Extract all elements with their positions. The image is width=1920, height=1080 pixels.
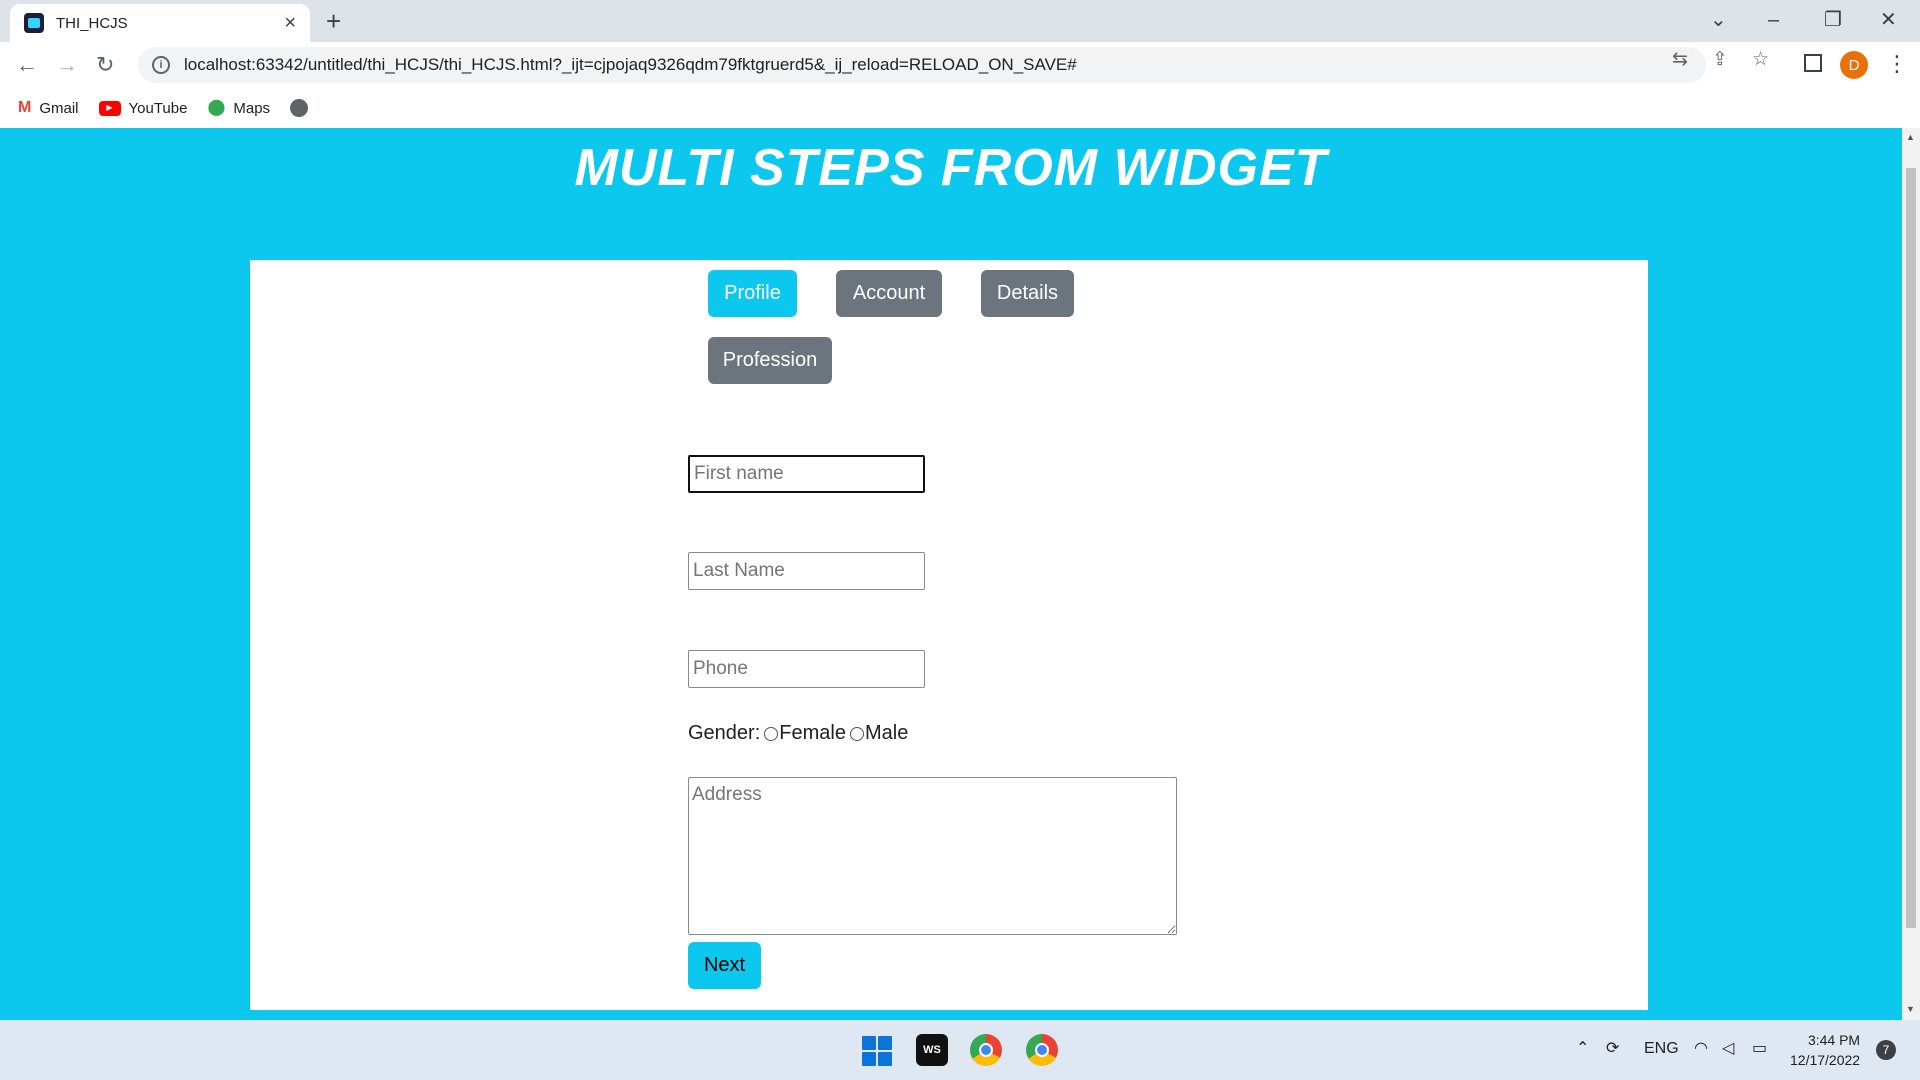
wifi-icon[interactable]: ◠ [1694,1039,1708,1059]
back-icon[interactable]: ← [16,51,38,79]
battery-icon[interactable]: ▭ [1752,1039,1767,1059]
browser-tab[interactable]: THI_HCJS × [10,4,310,42]
notification-badge[interactable]: 7 [1876,1040,1896,1060]
first-name-input[interactable] [688,455,925,493]
chrome-menu-icon[interactable]: ⋮ [1886,50,1908,78]
share-icon[interactable]: ⇪ [1712,50,1728,70]
reload-icon[interactable]: ↻ [96,51,114,79]
bookmark-maps[interactable]: ⬤ Maps [207,99,270,117]
next-button[interactable]: Next [688,942,761,989]
volume-icon[interactable]: ◁ [1722,1039,1734,1059]
close-window-icon[interactable]: ✕ [1880,6,1897,34]
scroll-up-icon[interactable]: ▲ [1906,132,1915,142]
male-radio[interactable] [849,726,864,741]
tab-title: THI_HCJS [56,14,128,32]
step-details-button[interactable]: Details [981,270,1074,317]
forward-icon[interactable]: → [56,51,78,79]
bookmark-star-icon[interactable]: ☆ [1752,50,1769,70]
phone-input[interactable] [688,650,925,688]
gender-label: Gender: [688,722,761,744]
bookmark-label: Gmail [39,99,79,117]
tab-search-icon[interactable]: ⌄ [1710,6,1727,34]
webstorm-icon[interactable]: WS [916,1034,948,1066]
tab-strip: THI_HCJS × + ⌄ – ❐ ✕ [0,0,1920,42]
bookmark-globe[interactable] [290,99,309,117]
female-radio[interactable] [764,726,779,741]
clock[interactable]: 3:44 PM 12/17/2022 [1790,1030,1860,1070]
gender-row: Gender: Female Male [688,722,908,745]
globe-icon [290,99,309,117]
new-tab-icon[interactable]: + [326,6,341,36]
url-text: localhost:63342/untitled/thi_HCJS/thi_HC… [184,55,1077,74]
language-indicator[interactable]: ENG [1644,1039,1679,1059]
chrome-icon[interactable] [970,1034,1002,1066]
tab-close-icon[interactable]: × [284,13,296,33]
step-profile-button[interactable]: Profile [708,270,797,317]
address-textarea[interactable] [688,777,1177,935]
clock-time: 3:44 PM [1807,1032,1861,1048]
page-scrollbar[interactable]: ▲ ▼ [1902,128,1920,1020]
sync-icon[interactable]: ⟳ [1606,1039,1619,1059]
tray-chevron-icon[interactable]: ⌃ [1576,1039,1589,1059]
browser-toolbar: ← → ↻ i localhost:63342/untitled/thi_HCJ… [0,42,1920,88]
bookmark-gmail[interactable]: M Gmail [18,99,79,117]
taskbar: WS ⌃ ⟳ ENG ◠ ◁ ▭ 3:44 PM 12/17/2022 7 [0,1020,1920,1080]
scroll-thumb[interactable] [1906,168,1916,928]
step-account-button[interactable]: Account [836,270,942,317]
webstorm-favicon-icon [24,13,44,33]
male-label[interactable]: Male [865,722,908,745]
youtube-icon: ▶ [98,100,121,116]
scroll-down-icon[interactable]: ▼ [1906,1004,1915,1014]
bookmark-label: YouTube [128,99,188,117]
bookmark-label: Maps [233,99,271,117]
restore-icon[interactable]: ❐ [1824,6,1842,34]
last-name-input[interactable] [688,552,925,590]
address-bar[interactable]: i localhost:63342/untitled/thi_HCJS/thi_… [138,47,1706,83]
form-card: Profile Account Details Profession Gende… [250,260,1648,1010]
bookmarks-bar: M Gmail ▶ YouTube ⬤ Maps [0,88,1920,128]
female-label[interactable]: Female [779,722,846,745]
minimize-icon[interactable]: – [1768,6,1779,34]
chrome-profile-icon[interactable] [1026,1034,1058,1066]
profile-avatar[interactable]: D [1840,51,1868,79]
page-title: MULTI STEPS FROM WIDGET [574,139,1328,197]
bookmark-youtube[interactable]: ▶ YouTube [98,99,188,117]
gmail-icon: M [18,99,32,116]
side-panel-icon[interactable] [1804,54,1822,72]
translate-icon[interactable]: ⇆ [1672,50,1688,70]
site-info-icon[interactable]: i [152,56,170,74]
windows-start-icon[interactable] [862,1036,892,1066]
maps-icon: ⬤ [207,99,226,116]
step-profession-button[interactable]: Profession [708,337,832,384]
clock-date: 12/17/2022 [1790,1052,1861,1068]
